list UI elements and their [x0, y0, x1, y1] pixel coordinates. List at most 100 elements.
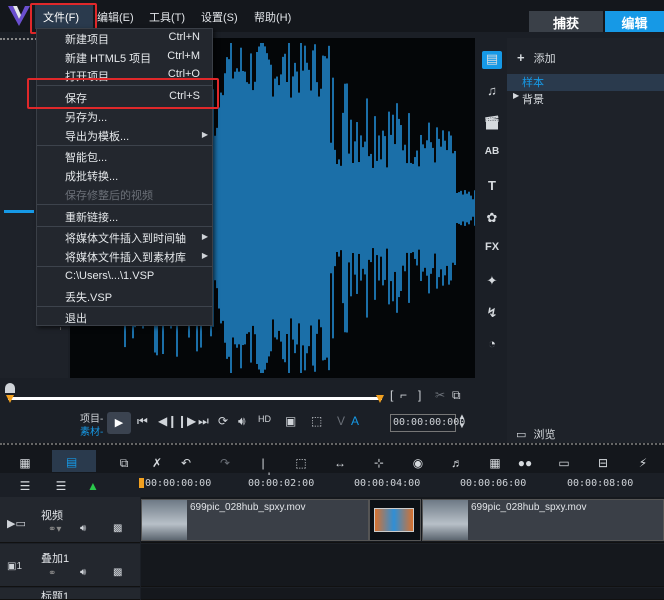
copy-attributes-icon[interactable]: ⧉ — [115, 456, 133, 471]
play-button[interactable]: ▶ — [107, 412, 131, 434]
path-icon[interactable]: ↯ — [482, 305, 502, 323]
overlay-track-icon: ▣1 — [7, 561, 23, 572]
mute-icon[interactable]: 🔊︎ — [80, 567, 86, 578]
menu-item-batch-convert[interactable]: 成批转换... — [65, 168, 118, 184]
hd-icon[interactable]: HD — [258, 414, 271, 424]
overlay-track[interactable] — [141, 544, 664, 587]
next-frame-icon[interactable]: ❙▶ — [177, 414, 196, 428]
speed-icon[interactable]: ◔ — [482, 336, 502, 354]
chapter-icon[interactable]: ☰ — [52, 479, 70, 493]
clip-thumbnail — [423, 500, 468, 540]
timecode-stepper[interactable]: ▲ ▼ — [458, 412, 466, 430]
playhead-handle[interactable] — [5, 383, 15, 393]
add-button[interactable]: + 添加 — [517, 50, 556, 66]
media-icon[interactable]: ▤ — [482, 51, 502, 69]
v-icon[interactable]: V — [337, 414, 345, 428]
redo-icon[interactable]: ↷ — [216, 456, 234, 470]
split-icon[interactable]: ✂ — [435, 388, 445, 402]
menu-item-export-template[interactable]: 导出为模板... — [65, 128, 129, 144]
transition-icon[interactable]: AB — [482, 146, 502, 164]
ripple-icon[interactable]: ▩ — [113, 523, 122, 534]
trim-start-icon[interactable]: [ — [390, 388, 393, 402]
menu-separator — [37, 306, 212, 307]
menu-item-recent-file-2[interactable]: 丢失.VSP — [65, 289, 112, 305]
logo-icon — [8, 6, 30, 26]
trim-bracket-icon[interactable]: ⌐ — [400, 388, 407, 402]
undo-icon[interactable]: ↶ — [177, 456, 195, 470]
tab-capture[interactable]: 捕获 — [529, 11, 603, 32]
instant-project-icon[interactable]: 🎬︎ — [482, 115, 502, 133]
track-manager-icon[interactable]: ☰ — [16, 479, 34, 493]
menu-item-recent-file-1[interactable]: C:\Users\...\1.VSP — [65, 270, 154, 282]
mute-icon[interactable]: 🔊︎ — [80, 523, 86, 534]
subtitle-icon[interactable]: ▭ — [555, 456, 573, 470]
aspect-icon[interactable]: ▣ — [285, 414, 296, 428]
menu-item-new-project[interactable]: 新建项目 — [65, 31, 109, 47]
menu-item-relink[interactable]: 重新链接... — [65, 209, 118, 225]
overlay-track-header[interactable]: ▣1 叠加1 ⚭ 🔊︎ ▩ — [0, 544, 140, 587]
resize-icon[interactable]: ⊹ — [370, 456, 388, 470]
repeat-icon[interactable]: ⟳ — [218, 414, 228, 428]
expand-arrow-icon[interactable]: ▶ — [513, 91, 519, 100]
link-icon[interactable]: ⚭ — [48, 568, 56, 579]
menu-edit[interactable]: 编辑(E) — [97, 9, 134, 25]
auto-music-icon[interactable]: ⚡ — [634, 456, 652, 470]
submenu-arrow-icon: ▶ — [201, 232, 208, 241]
timeline-view-button[interactable]: ▤ — [52, 450, 96, 472]
tab-edit[interactable]: 编辑 — [605, 11, 664, 32]
transition-clip[interactable] — [369, 499, 421, 541]
effects-icon[interactable]: ●● — [516, 456, 534, 470]
ripple-icon[interactable]: ▩ — [113, 567, 122, 578]
ruler-tick: 00:00:08:00 — [567, 478, 634, 489]
menu-tools[interactable]: 工具(T) — [149, 9, 185, 25]
video-clip[interactable]: 699pic_028hub_spxy.mov — [141, 499, 369, 541]
clip-name: 699pic_028hub_spxy.mov — [471, 502, 587, 513]
video-clip[interactable]: 699pic_028hub_spxy.mov — [422, 499, 664, 541]
copy-icon[interactable]: ⧉ — [452, 388, 461, 403]
menu-item-insert-to-library[interactable]: 将媒体文件插入到素材库 — [65, 249, 186, 265]
menu-help[interactable]: 帮助(H) — [254, 9, 291, 25]
zoom-fit-icon[interactable]: ⬚ — [292, 456, 310, 470]
expand-icon[interactable]: ↔ — [331, 456, 349, 470]
crop-icon[interactable]: ⬚ — [311, 414, 322, 428]
submenu-arrow-icon: ▶ — [201, 130, 208, 139]
audio-icon[interactable]: ♫ — [482, 83, 502, 101]
title-track-header[interactable]: 标题1 — [0, 588, 140, 600]
tools-icon[interactable]: ✗ — [148, 456, 166, 470]
fx-icon[interactable]: FX — [482, 241, 502, 259]
volume-icon[interactable]: 🔊︎ — [238, 414, 246, 429]
go-start-icon[interactable]: ⏮ — [137, 414, 148, 429]
menu-item-new-html5-project[interactable]: 新建 HTML5 项目 — [65, 50, 151, 66]
menu-item-insert-to-timeline[interactable]: 将媒体文件插入到时间轴 — [65, 230, 186, 246]
link-icon[interactable]: ⚭▾ — [48, 524, 61, 535]
menu-item-smart-package[interactable]: 智能包... — [65, 149, 107, 165]
scrub-bar[interactable] — [8, 397, 382, 400]
multi-view-icon[interactable]: ⊟ — [594, 456, 612, 470]
library-item-background[interactable]: ▶ 背景 — [507, 91, 664, 108]
title-track[interactable] — [141, 588, 664, 600]
prev-frame-icon[interactable]: ◀❙ — [158, 414, 177, 428]
record-icon[interactable]: ◉ — [409, 456, 427, 470]
video-track[interactable]: 699pic_028hub_spxy.mov 699pic_028hub_spx… — [141, 497, 664, 543]
video-track-header[interactable]: ▶▭ 视频 ⚭▾ 🔊︎ ▩ — [0, 497, 140, 543]
graphics-icon[interactable]: ✿ — [482, 210, 502, 228]
a-icon[interactable]: A — [351, 414, 359, 428]
menu-item-exit[interactable]: 退出 — [65, 310, 87, 326]
browse-button[interactable]: ▭ 浏览 — [516, 426, 555, 442]
film-icon[interactable]: ▦ — [486, 456, 504, 470]
add-marker-icon[interactable]: ▲ — [84, 479, 102, 493]
timecode-field[interactable]: 00:00:00:000 — [390, 414, 465, 432]
timeline-playhead[interactable] — [139, 478, 144, 488]
transition-thumbnail — [374, 508, 414, 532]
go-end-icon[interactable]: ⏭ — [198, 414, 209, 429]
menu-separator — [37, 204, 212, 205]
trim-end-icon[interactable]: ] — [418, 388, 421, 402]
particle-icon[interactable]: ✦ — [482, 273, 502, 291]
clip-mode-label[interactable]: 素材- — [80, 423, 103, 438]
storyboard-view-icon[interactable]: ▦ — [16, 456, 34, 470]
audio-mixer-icon[interactable]: ♬ — [448, 456, 466, 470]
menu-settings[interactable]: 设置(S) — [201, 9, 238, 25]
library-item-sample[interactable]: 样本 — [507, 74, 664, 91]
text-icon[interactable]: T — [482, 178, 502, 196]
menu-item-save-as[interactable]: 另存为... — [65, 109, 107, 125]
